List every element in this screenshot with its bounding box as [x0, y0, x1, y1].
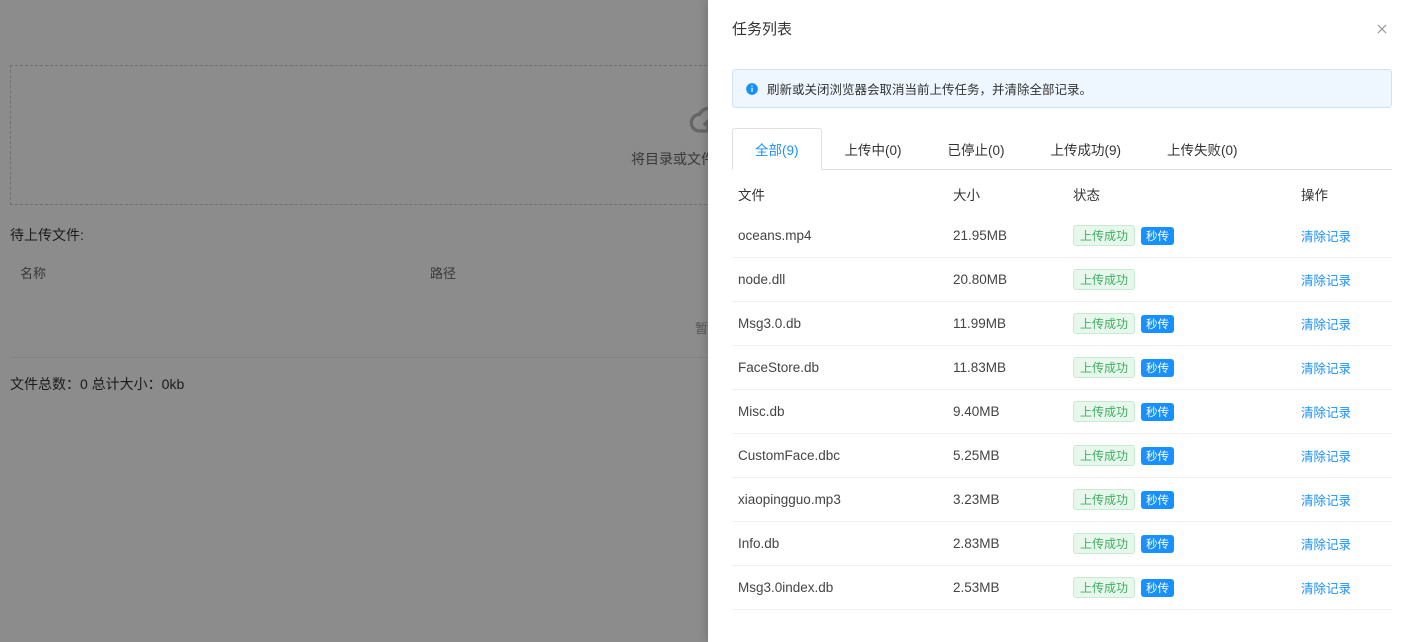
task-file-size: 9.40MB	[953, 404, 1073, 419]
col-header-file: 文件	[738, 184, 953, 204]
clear-record-link[interactable]: 清除记录	[1301, 318, 1351, 332]
close-button[interactable]	[1372, 19, 1392, 39]
task-action: 清除记录	[1301, 358, 1386, 377]
task-status: 上传成功秒传	[1073, 357, 1301, 378]
task-row: Misc.db9.40MB上传成功秒传清除记录	[732, 390, 1392, 434]
drawer-title: 任务列表	[732, 18, 792, 39]
task-action: 清除记录	[1301, 490, 1386, 509]
status-instant-badge: 秒传	[1141, 359, 1174, 377]
col-header-status: 状态	[1073, 184, 1301, 204]
status-instant-badge: 秒传	[1141, 315, 1174, 333]
task-action: 清除记录	[1301, 402, 1386, 421]
info-icon	[745, 82, 759, 96]
task-status: 上传成功秒传	[1073, 225, 1301, 246]
status-instant-badge: 秒传	[1141, 227, 1174, 245]
task-file-name: FaceStore.db	[738, 360, 953, 375]
status-instant-badge: 秒传	[1141, 579, 1174, 597]
task-row: Msg3.0.db11.99MB上传成功秒传清除记录	[732, 302, 1392, 346]
status-instant-badge: 秒传	[1141, 491, 1174, 509]
task-action: 清除记录	[1301, 314, 1386, 333]
task-file-name: xiaopingguo.mp3	[738, 492, 953, 507]
task-file-size: 2.53MB	[953, 580, 1073, 595]
tab[interactable]: 全部(9)	[732, 128, 822, 170]
clear-record-link[interactable]: 清除记录	[1301, 494, 1351, 508]
tab[interactable]: 已停止(0)	[925, 128, 1028, 170]
task-table-body: oceans.mp421.95MB上传成功秒传清除记录node.dll20.80…	[732, 214, 1392, 610]
task-file-name: Misc.db	[738, 404, 953, 419]
tab[interactable]: 上传成功(9)	[1028, 128, 1145, 170]
clear-record-link[interactable]: 清除记录	[1301, 362, 1351, 376]
task-row: node.dll20.80MB上传成功 清除记录	[732, 258, 1392, 302]
status-success-badge: 上传成功	[1073, 269, 1135, 290]
task-action: 清除记录	[1301, 226, 1386, 245]
task-status: 上传成功秒传	[1073, 313, 1301, 334]
task-file-name: oceans.mp4	[738, 228, 953, 243]
status-instant-badge: 秒传	[1141, 447, 1174, 465]
info-alert: 刷新或关闭浏览器会取消当前上传任务，并清除全部记录。	[732, 69, 1392, 108]
task-action: 清除记录	[1301, 534, 1386, 553]
task-row: CustomFace.dbc5.25MB上传成功秒传清除记录	[732, 434, 1392, 478]
status-success-badge: 上传成功	[1073, 489, 1135, 510]
task-file-size: 11.83MB	[953, 360, 1073, 375]
task-status: 上传成功秒传	[1073, 577, 1301, 598]
clear-record-link[interactable]: 清除记录	[1301, 538, 1351, 552]
task-status: 上传成功秒传	[1073, 533, 1301, 554]
task-action: 清除记录	[1301, 270, 1386, 289]
alert-text: 刷新或关闭浏览器会取消当前上传任务，并清除全部记录。	[767, 79, 1092, 98]
task-row: Msg3.0index.db2.53MB上传成功秒传清除记录	[732, 566, 1392, 610]
task-action: 清除记录	[1301, 578, 1386, 597]
task-status: 上传成功秒传	[1073, 401, 1301, 422]
task-file-name: node.dll	[738, 272, 953, 287]
status-success-badge: 上传成功	[1073, 445, 1135, 466]
task-file-name: Info.db	[738, 536, 953, 551]
col-header-action: 操作	[1301, 184, 1386, 204]
task-file-size: 2.83MB	[953, 536, 1073, 551]
task-status: 上传成功秒传	[1073, 445, 1301, 466]
task-row: oceans.mp421.95MB上传成功秒传清除记录	[732, 214, 1392, 258]
tab[interactable]: 上传失败(0)	[1144, 128, 1261, 170]
clear-record-link[interactable]: 清除记录	[1301, 274, 1351, 288]
task-file-size: 3.23MB	[953, 492, 1073, 507]
task-status: 上传成功秒传	[1073, 489, 1301, 510]
task-list-drawer: 任务列表 刷新或关闭浏览器会取消当前上传任务，并清除全部记录。 全部(9)上传中…	[708, 0, 1416, 642]
status-success-badge: 上传成功	[1073, 313, 1135, 334]
status-instant-badge: 秒传	[1141, 403, 1174, 421]
task-file-size: 21.95MB	[953, 228, 1073, 243]
task-file-size: 11.99MB	[953, 316, 1073, 331]
task-tabs: 全部(9)上传中(0)已停止(0)上传成功(9)上传失败(0)	[732, 128, 1392, 170]
clear-record-link[interactable]: 清除记录	[1301, 582, 1351, 596]
close-icon	[1375, 22, 1389, 36]
col-header-size: 大小	[953, 184, 1073, 204]
task-row: Info.db2.83MB上传成功秒传清除记录	[732, 522, 1392, 566]
clear-record-link[interactable]: 清除记录	[1301, 406, 1351, 420]
status-success-badge: 上传成功	[1073, 577, 1135, 598]
task-action: 清除记录	[1301, 446, 1386, 465]
task-file-size: 20.80MB	[953, 272, 1073, 287]
status-success-badge: 上传成功	[1073, 533, 1135, 554]
drawer-header: 任务列表	[708, 0, 1416, 57]
task-row: FaceStore.db11.83MB上传成功秒传清除记录	[732, 346, 1392, 390]
task-file-name: Msg3.0.db	[738, 316, 953, 331]
task-table-header: 文件 大小 状态 操作	[732, 170, 1392, 214]
task-file-name: CustomFace.dbc	[738, 448, 953, 463]
clear-record-link[interactable]: 清除记录	[1301, 230, 1351, 244]
status-success-badge: 上传成功	[1073, 357, 1135, 378]
status-success-badge: 上传成功	[1073, 401, 1135, 422]
task-row: xiaopingguo.mp33.23MB上传成功秒传清除记录	[732, 478, 1392, 522]
status-success-badge: 上传成功	[1073, 225, 1135, 246]
task-file-name: Msg3.0index.db	[738, 580, 953, 595]
tab[interactable]: 上传中(0)	[822, 128, 925, 170]
clear-record-link[interactable]: 清除记录	[1301, 450, 1351, 464]
task-file-size: 5.25MB	[953, 448, 1073, 463]
task-status: 上传成功	[1073, 269, 1301, 290]
status-instant-badge: 秒传	[1141, 535, 1174, 553]
